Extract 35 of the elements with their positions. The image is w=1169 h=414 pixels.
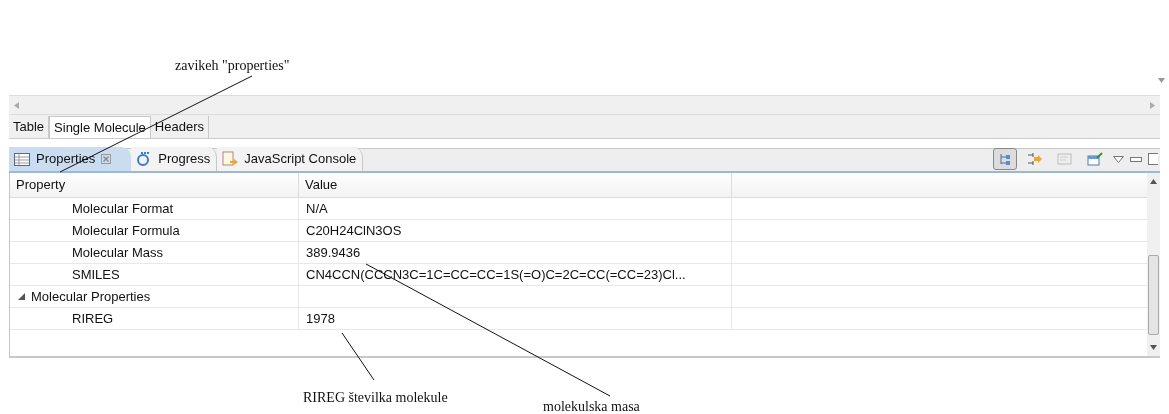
- vertical-scrollbar[interactable]: [1147, 173, 1160, 356]
- property-name: Molecular Format: [72, 199, 174, 218]
- property-value: C20H24ClN3OS: [306, 221, 402, 240]
- horizontal-scrollbar[interactable]: [9, 95, 1160, 115]
- expand-toggle[interactable]: [18, 293, 25, 300]
- property-name: Molecular Mass: [72, 243, 164, 262]
- close-icon[interactable]: [101, 154, 112, 164]
- script-icon: [222, 151, 239, 167]
- property-name: Molecular Formula: [72, 221, 180, 240]
- annotation-label: molekulska masa: [543, 398, 640, 414]
- scroll-thumb[interactable]: [1148, 254, 1159, 335]
- annotation-label: zavikeh "properties": [175, 57, 290, 75]
- editor-tab[interactable]: Single Molecule: [49, 116, 151, 138]
- property-name: Molecular Properties: [31, 287, 151, 306]
- toolbar-button[interactable]: [993, 148, 1017, 170]
- table-icon: [14, 152, 30, 166]
- property-name: SMILES: [72, 265, 120, 284]
- column-header[interactable]: Property: [10, 173, 299, 197]
- property-value: N/A: [306, 199, 328, 218]
- maximize-icon[interactable]: [1148, 153, 1158, 165]
- tree-icon: [998, 152, 1012, 166]
- minimize-icon[interactable]: [1130, 156, 1142, 162]
- view-tab[interactable]: JavaScript Console: [217, 147, 364, 171]
- column-header[interactable]: Value: [299, 173, 732, 197]
- scroll-down-icon[interactable]: [1150, 345, 1157, 350]
- property-value: 1978: [306, 309, 335, 328]
- property-value: 389.9436: [306, 243, 361, 262]
- scroll-left-icon[interactable]: [14, 101, 19, 109]
- view-menu-icon[interactable]: [1113, 155, 1124, 163]
- scroll-right-icon[interactable]: [1150, 101, 1155, 109]
- annotation-label: RIREG številka molekule: [303, 389, 448, 407]
- scroll-up-icon[interactable]: [1150, 179, 1157, 184]
- property-name: RIREG: [72, 309, 114, 328]
- pin-icon: [1087, 152, 1103, 166]
- view-tab[interactable]: Progress: [131, 147, 218, 171]
